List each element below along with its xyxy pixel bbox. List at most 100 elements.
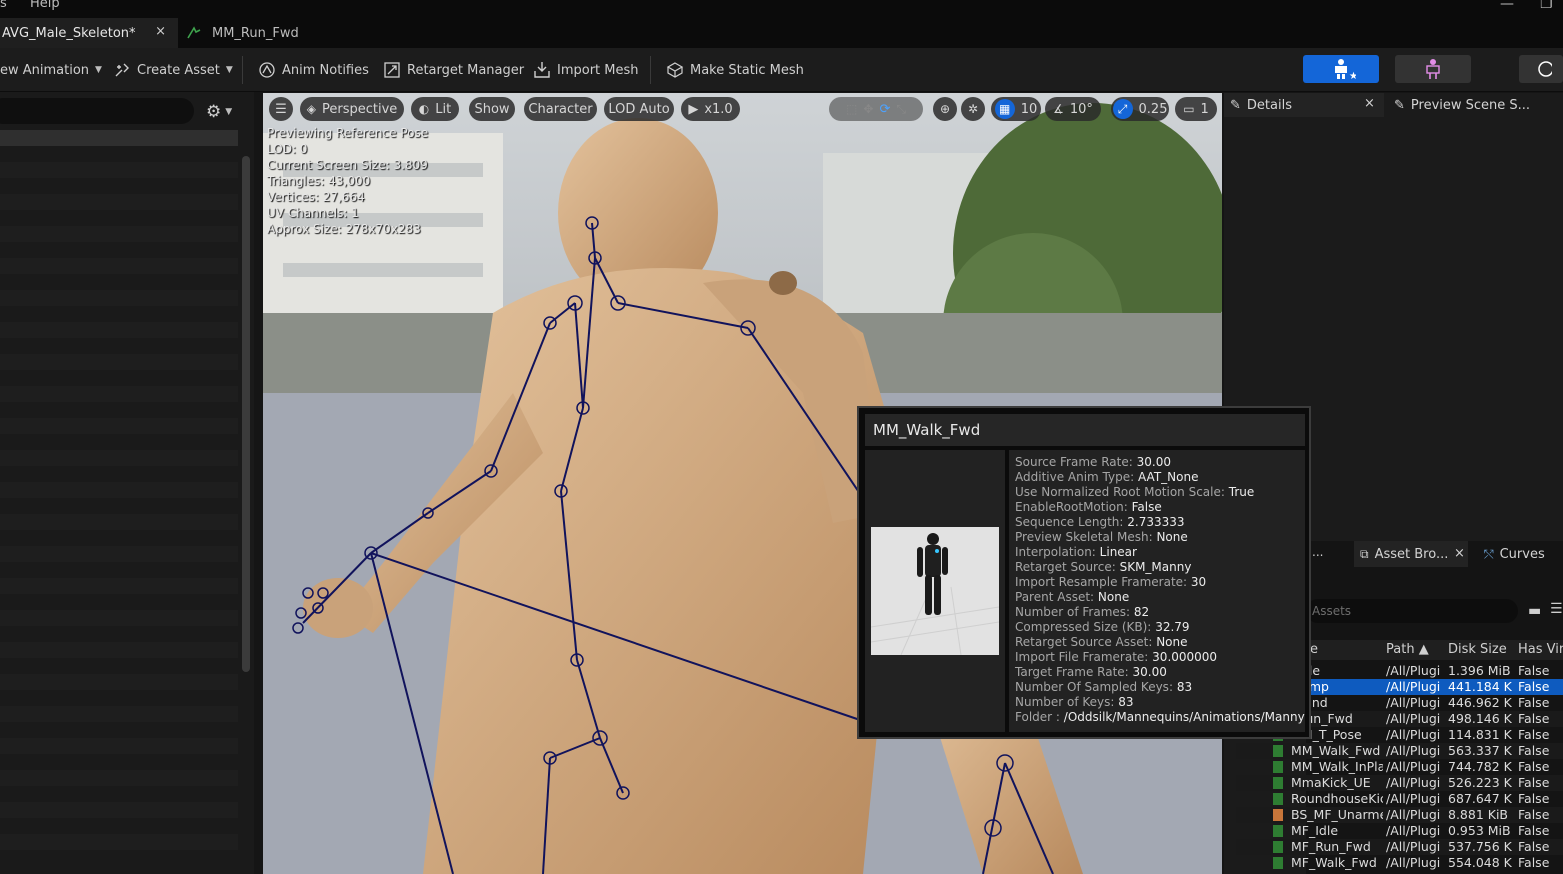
viewport-menu-button[interactable]: ☰: [269, 97, 293, 121]
tab-preview-scene-settings[interactable]: ✎ Preview Scene S...: [1390, 93, 1530, 117]
table-row[interactable]: MM_Walk_Fwd/All/Plugi 563.337 Ki False: [1236, 743, 1563, 759]
translate-icon[interactable]: ✥: [863, 102, 873, 116]
list-item[interactable]: [0, 338, 238, 354]
surface-snap-toggle[interactable]: ✲: [961, 97, 985, 121]
list-item[interactable]: [0, 626, 238, 642]
list-item[interactable]: [0, 194, 238, 210]
grid-snap-button[interactable]: ▦ 10: [991, 97, 1041, 121]
menu-help[interactable]: Help: [30, 0, 60, 11]
list-item[interactable]: [0, 722, 238, 738]
list-item[interactable]: [0, 306, 238, 322]
show-button[interactable]: Show: [469, 97, 515, 121]
list-item[interactable]: [0, 850, 238, 866]
list-item[interactable]: [0, 242, 238, 258]
list-item[interactable]: [0, 274, 238, 290]
list-item[interactable]: [0, 370, 238, 386]
list-item[interactable]: [0, 322, 238, 338]
close-icon[interactable]: ×: [155, 24, 166, 39]
table-row[interactable]: MF_Run_Fwd/All/Plugi 537.756 Ki False: [1236, 839, 1563, 855]
filter-icon[interactable]: ☰: [1550, 601, 1563, 617]
character-button[interactable]: Character: [524, 97, 597, 121]
table-row[interactable]: MF_Idle/All/Plugi 0.953 MiB False: [1236, 823, 1563, 839]
list-item[interactable]: [0, 162, 238, 178]
list-item[interactable]: [0, 290, 238, 306]
list-item[interactable]: [0, 514, 238, 530]
perspective-button[interactable]: ◈ Perspective: [300, 97, 404, 121]
list-item[interactable]: [0, 402, 238, 418]
table-row[interactable]: MF_Walk_Fwd/All/Plugi 554.048 Ki False: [1236, 855, 1563, 871]
close-icon[interactable]: ×: [1364, 96, 1375, 111]
list-item[interactable]: [0, 754, 238, 770]
create-asset-button[interactable]: Create Asset ▼: [113, 60, 233, 80]
scale-icon[interactable]: ⤡: [896, 102, 906, 117]
column-name[interactable]: e: [1310, 642, 1318, 658]
playback-speed-button[interactable]: ▶ x1.0: [681, 97, 740, 121]
asset-search-input[interactable]: Assets: [1306, 599, 1518, 623]
list-item[interactable]: [0, 450, 238, 466]
tab-curves[interactable]: ⤲ Curves: [1484, 541, 1545, 567]
select-icon[interactable]: ⬚: [846, 102, 857, 116]
list-item[interactable]: [0, 594, 238, 610]
camera-speed-button[interactable]: ▭ 1: [1175, 97, 1217, 121]
new-animation-button[interactable]: ew Animation ▼: [0, 60, 102, 80]
retarget-manager-button[interactable]: Retarget Manager: [383, 60, 524, 80]
minimize-button[interactable]: —: [1500, 0, 1514, 12]
skeleton-search-input[interactable]: [0, 98, 194, 124]
import-mesh-button[interactable]: Import Mesh: [533, 60, 639, 80]
list-item[interactable]: [0, 482, 238, 498]
list-item[interactable]: [0, 418, 238, 434]
list-item[interactable]: [0, 738, 238, 754]
tab-details[interactable]: ✎ Details ×: [1224, 93, 1384, 117]
list-item[interactable]: [0, 498, 238, 514]
list-item[interactable]: [0, 178, 238, 194]
column-has-virtualized[interactable]: Has Virt: [1518, 642, 1563, 658]
table-row[interactable]: BS_MF_Unarme/All/Plugi 8.881 KiB False: [1236, 807, 1563, 823]
list-item[interactable]: [0, 466, 238, 482]
lod-button[interactable]: LOD Auto: [604, 97, 674, 121]
hidden-tab-ellipsis[interactable]: ...: [1312, 545, 1323, 559]
list-item[interactable]: [0, 130, 238, 146]
list-item[interactable]: [0, 354, 238, 370]
list-item[interactable]: [0, 674, 238, 690]
world-local-toggle[interactable]: ⊕: [933, 97, 957, 121]
list-item[interactable]: [0, 610, 238, 626]
list-item[interactable]: [0, 562, 238, 578]
list-item[interactable]: [0, 546, 238, 562]
list-item[interactable]: [0, 706, 238, 722]
tab-mm-run-fwd[interactable]: MM_Run_Fwd: [186, 18, 299, 48]
list-item[interactable]: [0, 690, 238, 706]
scrollbar-thumb[interactable]: [242, 156, 250, 672]
list-item[interactable]: [0, 210, 238, 226]
tab-avg-male-skeleton[interactable]: AVG_Male_Skeleton* ×: [0, 18, 178, 48]
list-item[interactable]: [0, 530, 238, 546]
animation-mode-button[interactable]: [1519, 55, 1563, 83]
make-static-mesh-button[interactable]: Make Static Mesh: [666, 60, 804, 80]
skeleton-mode-button[interactable]: ★: [1303, 55, 1379, 83]
lit-button[interactable]: ◐ Lit: [411, 97, 459, 121]
list-item[interactable]: [0, 578, 238, 594]
list-item[interactable]: [0, 258, 238, 274]
column-disk-size[interactable]: Disk Size: [1448, 642, 1507, 658]
folder-icon[interactable]: ▬: [1528, 603, 1541, 619]
list-item[interactable]: [0, 802, 238, 818]
scale-snap-button[interactable]: ⤢ 0.25: [1111, 97, 1169, 121]
list-item[interactable]: [0, 770, 238, 786]
table-row[interactable]: MmaKick_UE/All/Plugi 526.223 Ki False: [1236, 775, 1563, 791]
mesh-mode-button[interactable]: [1395, 55, 1471, 83]
list-item[interactable]: [0, 386, 238, 402]
restore-button[interactable]: ❐: [1540, 0, 1553, 12]
table-row[interactable]: RoundhouseKicl/All/Plugi 687.647 Ki False: [1236, 791, 1563, 807]
list-item[interactable]: [0, 786, 238, 802]
list-item[interactable]: [0, 434, 238, 450]
list-item[interactable]: [0, 834, 238, 850]
column-path[interactable]: Path ▲: [1386, 642, 1429, 658]
list-item[interactable]: [0, 226, 238, 242]
list-item[interactable]: [0, 818, 238, 834]
anim-notifies-button[interactable]: Anim Notifies: [258, 60, 369, 80]
close-icon[interactable]: ×: [1454, 546, 1465, 561]
menu-fragment[interactable]: s: [0, 0, 7, 11]
list-item[interactable]: [0, 642, 238, 658]
rotate-icon[interactable]: ⟳: [879, 102, 890, 117]
settings-button[interactable]: ⚙ ▼: [206, 102, 232, 122]
table-row[interactable]: MM_Walk_InPla/All/Plugi 744.782 Ki False: [1236, 759, 1563, 775]
